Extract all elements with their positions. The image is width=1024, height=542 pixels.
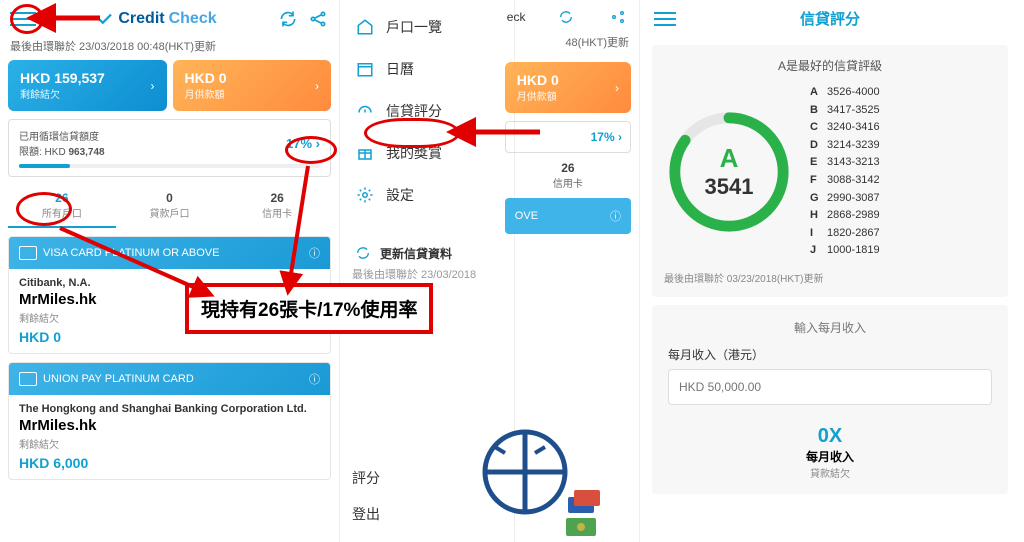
- info-icon: ⓘ: [309, 245, 320, 261]
- score-card: A是最好的信貸評級 A 3541 A 3526-4000B 3417-3525C…: [652, 45, 1008, 297]
- multiple-value: 0X: [668, 425, 992, 448]
- score-ring: A 3541: [664, 107, 794, 237]
- grade-ranges: A 3526-4000B 3417-3525C 3240-3416D 3214-…: [810, 84, 880, 260]
- tab-all[interactable]: 26所有戶口: [8, 185, 116, 228]
- menu-accounts[interactable]: 戶口一覽: [340, 6, 514, 48]
- menu-calendar[interactable]: 日曆: [340, 48, 514, 90]
- menu-score[interactable]: 信貸評分: [340, 90, 514, 132]
- card-fragment[interactable]: OVEⓘ: [505, 198, 631, 234]
- logo-fragment: eck: [507, 10, 526, 24]
- pct-fragment[interactable]: 17% ›: [505, 121, 631, 153]
- grade-range-row: J 1000-1819: [810, 242, 880, 260]
- grade-range-row: E 3143-3213: [810, 154, 880, 172]
- ts-fragment: 48(HKT)更新: [497, 34, 639, 56]
- menu-icon[interactable]: [10, 6, 36, 32]
- tab-loans[interactable]: 0貸款戶口: [116, 185, 224, 228]
- grade-range-row: H 2868-2989: [810, 207, 880, 225]
- score-grade: A: [720, 143, 739, 174]
- account-card[interactable]: VISA CARD PLATINUM OR ABOVEⓘ Citibank, N…: [8, 236, 331, 354]
- monthly-card[interactable]: HKD 0月供款額 ›: [173, 60, 332, 111]
- usage-title: 已用循環信貸額度: [19, 128, 105, 143]
- grade-range-row: I 1820-2867: [810, 225, 880, 243]
- balance-value: HKD 0: [19, 329, 320, 345]
- share-icon[interactable]: [307, 8, 329, 30]
- score-value: 3541: [705, 174, 754, 200]
- last-updated: 最後由環聯於 23/03/2018 00:48(HKT)更新: [0, 38, 339, 60]
- side-menu: 戶口一覽 日曆 信貸評分 我的獎賞 設定: [340, 0, 514, 222]
- income-card: 輸入每月收入 每月收入（港元） 0X 每月收入 貸款結欠: [652, 305, 1008, 494]
- grade-range-row: C 3240-3416: [810, 119, 880, 137]
- card-icon: [19, 372, 37, 386]
- grade-range-row: B 3417-3525: [810, 102, 880, 120]
- refresh-icon[interactable]: [555, 6, 577, 28]
- brand-text: MrMiles.hk: [19, 417, 320, 434]
- usage-bar: [19, 164, 320, 168]
- menu-logout[interactable]: 登出: [352, 496, 380, 532]
- menu-settings[interactable]: 設定: [340, 174, 514, 216]
- mascot-icon: [450, 402, 610, 542]
- grade-range-row: D 3214-3239: [810, 137, 880, 155]
- income-heading: 輸入每月收入: [668, 319, 992, 336]
- chevron-right-icon: ›: [316, 136, 320, 151]
- account-card[interactable]: UNION PAY PLATINUM CARDⓘ The Hongkong an…: [8, 362, 331, 480]
- tab-cards[interactable]: 26信用卡: [223, 185, 331, 228]
- menu-score-bottom[interactable]: 評分: [352, 460, 380, 496]
- bank-name: The Hongkong and Shanghai Banking Corpor…: [19, 403, 320, 415]
- grade-range-row: A 3526-4000: [810, 84, 880, 102]
- menu-rewards[interactable]: 我的獎賞: [340, 132, 514, 174]
- grade-range-row: F 3088-3142: [810, 172, 880, 190]
- bank-name: Citibank, N.A.: [19, 277, 320, 289]
- share-icon[interactable]: [607, 6, 629, 28]
- usage-pct: 17%: [286, 136, 312, 151]
- balance-value: HKD 6,000: [19, 455, 320, 471]
- grade-range-row: G 2990-3087: [810, 190, 880, 208]
- info-icon: ⓘ: [309, 371, 320, 387]
- income-label: 每月收入（港元）: [668, 346, 992, 363]
- update-block[interactable]: 更新信貸資料 最後由環聯於 23/03/2018 00:48(HKT)更新: [352, 242, 502, 298]
- account-tabs: 26所有戶口 0貸款戶口 26信用卡: [8, 185, 331, 228]
- chevron-right-icon: ›: [151, 79, 155, 93]
- page-title: 信貸評分: [800, 8, 860, 29]
- refresh-icon[interactable]: [277, 8, 299, 30]
- income-input[interactable]: [668, 369, 992, 405]
- refresh-icon: [352, 242, 374, 264]
- chevron-right-icon: ›: [315, 79, 319, 93]
- usage-box[interactable]: 已用循環信貸額度 限額: HKD 963,748 17% ›: [8, 119, 331, 177]
- brand-text: MrMiles.hk: [19, 291, 320, 308]
- score-updated: 最後由環聯於 03/23/2018(HKT)更新: [664, 270, 996, 285]
- score-caption: A是最好的信貸評級: [664, 57, 996, 74]
- menu-icon[interactable]: [654, 12, 676, 26]
- monthly-card-r[interactable]: HKD 0月供款額›: [505, 62, 631, 113]
- card-icon: [19, 246, 37, 260]
- check-icon: [96, 10, 114, 28]
- app-logo: CreditCheck: [96, 10, 216, 28]
- balance-card[interactable]: HKD 159,537剩餘結欠 ›: [8, 60, 167, 111]
